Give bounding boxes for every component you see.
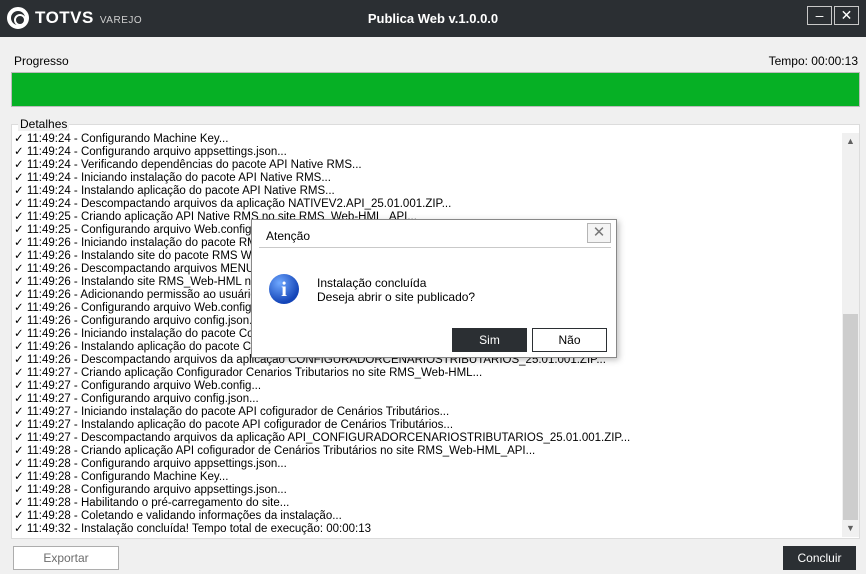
log-line: ✓ 11:49:27 - Criando aplicação Configura…	[14, 367, 483, 379]
finish-button[interactable]: Concluir	[783, 546, 856, 570]
log-line: ✓ 11:49:24 - Iniciando instalação do pac…	[14, 172, 331, 184]
log-line: ✓ 11:49:28 - Criando aplicação API cofig…	[14, 445, 536, 457]
close-icon: ✕	[592, 224, 606, 241]
scroll-thumb[interactable]	[843, 314, 858, 520]
close-window-button[interactable]: ✕	[834, 6, 859, 25]
dialog-divider	[259, 247, 611, 248]
dialog-message: Instalação concluída Deseja abrir o site…	[317, 276, 475, 304]
log-line: ✓ 11:49:24 - Configurando Machine Key...	[14, 133, 229, 145]
log-line: ✓ 11:49:24 - Instalando aplicação do pac…	[14, 185, 335, 197]
log-line: ✓ 11:49:24 - Configurando arquivo appset…	[14, 146, 287, 158]
close-icon: ✕	[840, 7, 853, 23]
log-line: ✓ 11:49:27 - Configurando arquivo Web.co…	[14, 380, 262, 392]
log-line: ✓ 11:49:27 - Instalando aplicação do pac…	[14, 419, 454, 431]
window-title: Publica Web v.1.0.0.0	[367, 11, 499, 26]
dialog-yes-button[interactable]: Sim	[452, 328, 527, 352]
elapsed-time: Tempo: 00:00:13	[768, 54, 858, 68]
minimize-icon: –	[815, 7, 824, 23]
log-line: ✓ 11:49:27 - Iniciando instalação do pac…	[14, 406, 450, 418]
confirmation-dialog: Atenção ✕ i Instalação concluída Deseja …	[251, 219, 617, 358]
log-line: ✓ 11:49:28 - Configurando Machine Key...	[14, 471, 229, 483]
dialog-close-button[interactable]: ✕	[587, 223, 611, 243]
progress-bar-fill	[12, 73, 859, 106]
log-line: ✓ 11:49:32 - Instalação concluída! Tempo…	[14, 523, 372, 535]
scroll-down-icon[interactable]: ▼	[842, 520, 859, 537]
log-line: ✓ 11:49:28 - Coletando e validando infor…	[14, 510, 342, 522]
scroll-up-icon[interactable]: ▲	[842, 133, 859, 150]
log-line: ✓ 11:49:24 - Descompactando arquivos da …	[14, 198, 452, 210]
log-line: ✓ 11:49:27 - Descompactando arquivos da …	[14, 432, 631, 444]
progress-label: Progresso	[14, 54, 69, 68]
progress-bar	[11, 72, 860, 107]
log-line: ✓ 11:49:28 - Configurando arquivo appset…	[14, 484, 287, 496]
minimize-button[interactable]: –	[807, 6, 832, 25]
log-line: ✓ 11:49:24 - Verificando dependências do…	[14, 159, 362, 171]
log-line: ✓ 11:49:27 - Configurando arquivo config…	[14, 393, 259, 405]
export-button[interactable]: Exportar	[13, 546, 119, 570]
log-scrollbar[interactable]: ▲ ▼	[842, 133, 859, 537]
title-bar: TOTVS VAREJO Publica Web v.1.0.0.0 – ✕	[0, 0, 866, 37]
dialog-no-button[interactable]: Não	[532, 328, 607, 352]
dialog-message-line2: Deseja abrir o site publicado?	[317, 290, 476, 304]
log-line: ✓ 11:49:28 - Configurando arquivo appset…	[14, 458, 287, 470]
details-legend: Detalhes	[18, 117, 70, 131]
dialog-title: Atenção	[266, 229, 311, 243]
info-icon: i	[269, 274, 299, 304]
log-line: ✓ 11:49:28 - Habilitando o pré-carregame…	[14, 497, 290, 509]
dialog-message-line1: Instalação concluída	[317, 276, 427, 290]
